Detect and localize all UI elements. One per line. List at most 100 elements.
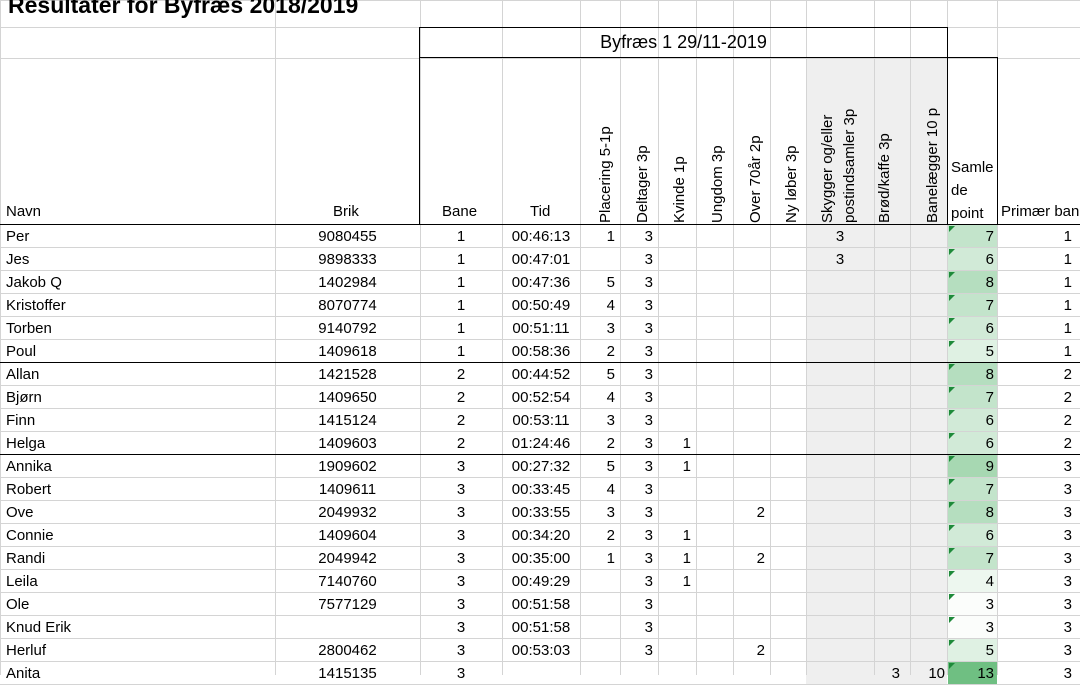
cell-broed[interactable] bbox=[874, 386, 910, 409]
cell-samlede[interactable]: 7 bbox=[948, 225, 997, 248]
cell-samlede[interactable]: 6 bbox=[948, 248, 997, 271]
cell-tid[interactable]: 00:51:11 bbox=[502, 317, 580, 340]
cell-nyloeber[interactable] bbox=[770, 271, 806, 294]
cell-placering[interactable]: 2 bbox=[580, 432, 620, 455]
cell-navn[interactable]: Knud Erik bbox=[0, 616, 275, 639]
cell-tid[interactable]: 00:49:29 bbox=[502, 570, 580, 593]
cell-over70[interactable] bbox=[733, 409, 770, 432]
cell-navn[interactable]: Poul bbox=[0, 340, 275, 363]
cell-over70[interactable] bbox=[733, 386, 770, 409]
cell-deltager[interactable]: 3 bbox=[620, 616, 658, 639]
cell-nyloeber[interactable] bbox=[770, 501, 806, 524]
header-navn[interactable]: Navn bbox=[6, 203, 41, 220]
cell-nyloeber[interactable] bbox=[770, 340, 806, 363]
header-ny-loeber[interactable]: Ny løber 3p bbox=[782, 145, 801, 223]
cell-over70[interactable] bbox=[733, 294, 770, 317]
cell-nyloeber[interactable] bbox=[770, 616, 806, 639]
cell-deltager[interactable]: 3 bbox=[620, 271, 658, 294]
cell-deltager[interactable]: 3 bbox=[620, 225, 658, 248]
cell-placering[interactable]: 5 bbox=[580, 271, 620, 294]
cell-tid[interactable]: 00:33:55 bbox=[502, 501, 580, 524]
cell-placering[interactable]: 4 bbox=[580, 294, 620, 317]
cell-brik[interactable]: 8070774 bbox=[275, 294, 420, 317]
cell-kvinde[interactable] bbox=[658, 662, 696, 685]
cell-samlede[interactable]: 13 bbox=[948, 662, 997, 685]
cell-broed[interactable] bbox=[874, 547, 910, 570]
cell-samlede[interactable]: 7 bbox=[948, 547, 997, 570]
cell-nyloeber[interactable] bbox=[770, 524, 806, 547]
cell-over70[interactable]: 2 bbox=[733, 501, 770, 524]
cell-broed[interactable] bbox=[874, 593, 910, 616]
cell-samlede[interactable]: 8 bbox=[948, 271, 997, 294]
cell-primaer[interactable]: 1 bbox=[998, 317, 1080, 340]
cell-skygger[interactable] bbox=[806, 547, 874, 570]
race-group-header[interactable]: Byfræs 1 29/11-2019 bbox=[420, 27, 947, 58]
cell-placering[interactable]: 3 bbox=[580, 501, 620, 524]
cell-primaer[interactable]: 1 bbox=[998, 248, 1080, 271]
cell-samlede[interactable]: 7 bbox=[948, 478, 997, 501]
cell-bane[interactable]: 2 bbox=[420, 363, 502, 386]
cell-bane[interactable]: 3 bbox=[420, 616, 502, 639]
cell-bane[interactable]: 3 bbox=[420, 593, 502, 616]
cell-deltager[interactable]: 3 bbox=[620, 294, 658, 317]
cell-over70[interactable] bbox=[733, 271, 770, 294]
cell-brik[interactable]: 2049932 bbox=[275, 501, 420, 524]
cell-placering[interactable] bbox=[580, 593, 620, 616]
cell-primaer[interactable]: 3 bbox=[998, 639, 1080, 662]
header-ungdom[interactable]: Ungdom 3p bbox=[708, 145, 727, 223]
cell-primaer[interactable]: 2 bbox=[998, 363, 1080, 386]
cell-deltager[interactable]: 3 bbox=[620, 501, 658, 524]
cell-kvinde[interactable]: 1 bbox=[658, 570, 696, 593]
cell-bane[interactable]: 3 bbox=[420, 524, 502, 547]
cell-bane[interactable]: 1 bbox=[420, 317, 502, 340]
cell-deltager[interactable]: 3 bbox=[620, 570, 658, 593]
cell-ungdom[interactable] bbox=[696, 455, 733, 478]
cell-banelaegger[interactable]: 10 bbox=[910, 662, 947, 685]
cell-broed[interactable] bbox=[874, 409, 910, 432]
header-over70[interactable]: Over 70år 2p bbox=[746, 135, 765, 223]
cell-skygger[interactable] bbox=[806, 409, 874, 432]
cell-brik[interactable]: 9898333 bbox=[275, 248, 420, 271]
cell-placering[interactable] bbox=[580, 248, 620, 271]
cell-kvinde[interactable] bbox=[658, 363, 696, 386]
cell-ungdom[interactable] bbox=[696, 662, 733, 685]
cell-bane[interactable]: 3 bbox=[420, 455, 502, 478]
cell-navn[interactable]: Ove bbox=[0, 501, 275, 524]
cell-kvinde[interactable]: 1 bbox=[658, 547, 696, 570]
cell-over70[interactable] bbox=[733, 317, 770, 340]
cell-bane[interactable]: 3 bbox=[420, 570, 502, 593]
cell-placering[interactable]: 1 bbox=[580, 225, 620, 248]
cell-ungdom[interactable] bbox=[696, 478, 733, 501]
cell-samlede[interactable]: 6 bbox=[948, 317, 997, 340]
cell-brik[interactable]: 1409611 bbox=[275, 478, 420, 501]
cell-ungdom[interactable] bbox=[696, 409, 733, 432]
cell-tid[interactable]: 00:52:54 bbox=[502, 386, 580, 409]
cell-primaer[interactable]: 3 bbox=[998, 547, 1080, 570]
cell-bane[interactable]: 1 bbox=[420, 271, 502, 294]
cell-tid[interactable] bbox=[502, 662, 580, 685]
cell-navn[interactable]: Herluf bbox=[0, 639, 275, 662]
cell-ungdom[interactable] bbox=[696, 524, 733, 547]
cell-skygger[interactable] bbox=[806, 340, 874, 363]
cell-tid[interactable]: 00:53:11 bbox=[502, 409, 580, 432]
cell-banelaegger[interactable] bbox=[910, 363, 947, 386]
cell-banelaegger[interactable] bbox=[910, 432, 947, 455]
cell-bane[interactable]: 1 bbox=[420, 225, 502, 248]
cell-tid[interactable]: 00:53:03 bbox=[502, 639, 580, 662]
cell-skygger[interactable] bbox=[806, 478, 874, 501]
cell-ungdom[interactable] bbox=[696, 501, 733, 524]
cell-bane[interactable]: 1 bbox=[420, 294, 502, 317]
cell-bane[interactable]: 2 bbox=[420, 386, 502, 409]
cell-tid[interactable]: 00:51:58 bbox=[502, 593, 580, 616]
cell-samlede[interactable]: 5 bbox=[948, 639, 997, 662]
cell-banelaegger[interactable] bbox=[910, 409, 947, 432]
cell-placering[interactable] bbox=[580, 639, 620, 662]
cell-banelaegger[interactable] bbox=[910, 340, 947, 363]
cell-banelaegger[interactable] bbox=[910, 501, 947, 524]
cell-primaer[interactable]: 2 bbox=[998, 409, 1080, 432]
cell-navn[interactable]: Per bbox=[0, 225, 275, 248]
cell-broed[interactable] bbox=[874, 271, 910, 294]
cell-over70[interactable] bbox=[733, 478, 770, 501]
sheet-title[interactable]: Resultater for Byfræs 2018/2019 bbox=[8, 0, 358, 19]
cell-primaer[interactable]: 1 bbox=[998, 225, 1080, 248]
